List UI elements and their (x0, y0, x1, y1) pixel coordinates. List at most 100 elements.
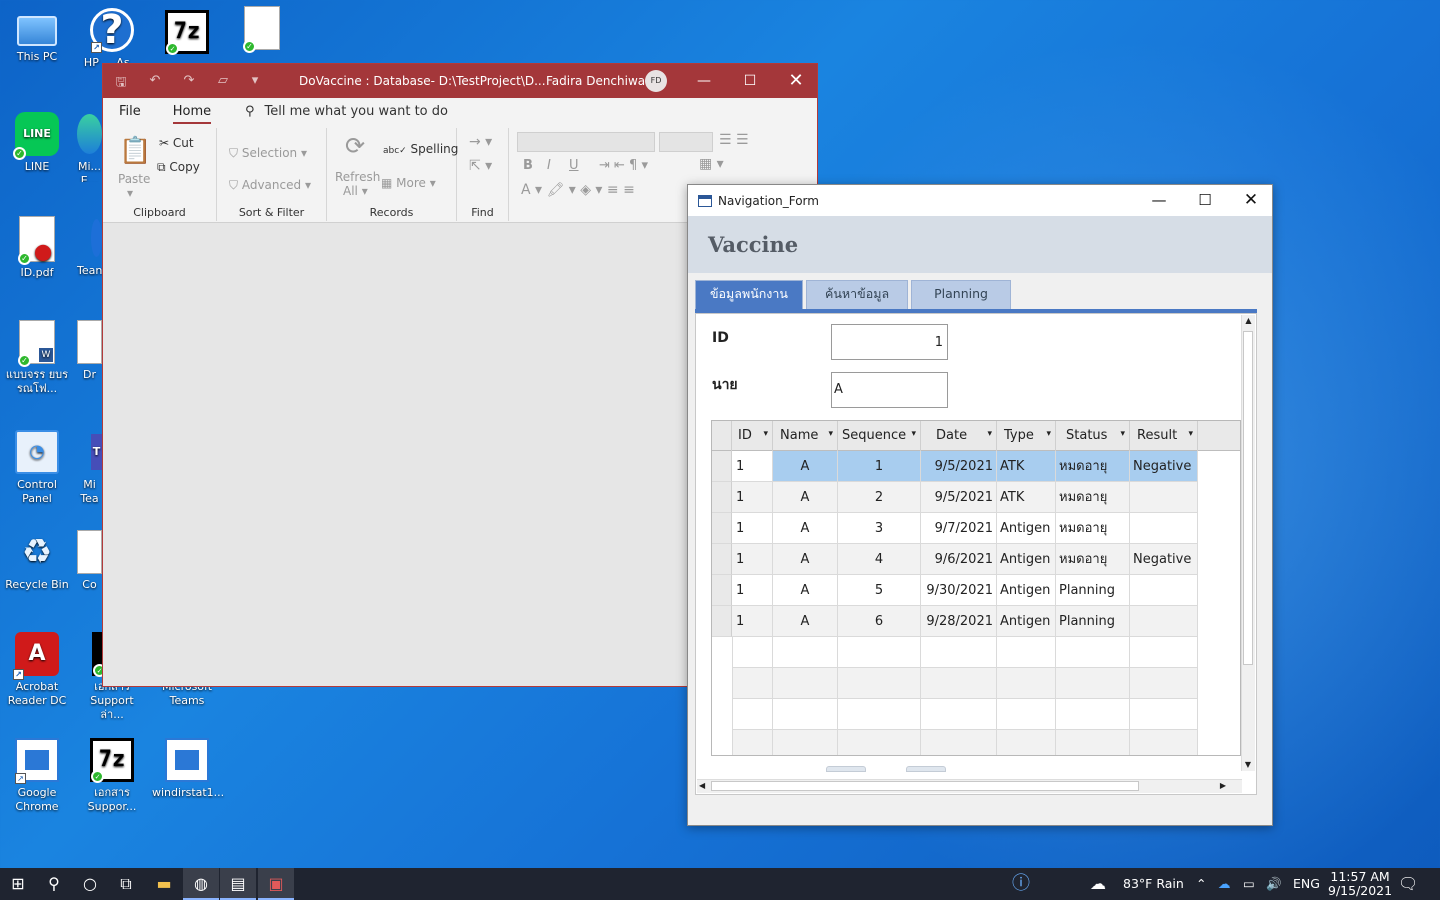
cortana-icon[interactable]: ○ (72, 868, 108, 900)
bullets-icon[interactable]: ☰ ☰ (719, 132, 749, 148)
cell-type[interactable] (997, 730, 1056, 755)
cell-result[interactable] (1130, 668, 1198, 699)
cell-type[interactable]: ATK (997, 451, 1056, 482)
close-icon[interactable]: ✕ (1228, 185, 1274, 216)
cell-type[interactable]: Antigen (997, 544, 1056, 575)
language-indicator[interactable]: ENG (1293, 868, 1320, 900)
cell-result[interactable]: Negative (1130, 451, 1198, 482)
cell-sequence[interactable]: 2 (838, 482, 921, 513)
desktop-icon-acrobat[interactable]: A ↗ Acrobat Reader DC (2, 632, 72, 708)
hidden-button-1[interactable] (826, 766, 866, 772)
cell-type[interactable]: Antigen (997, 606, 1056, 637)
select-icon[interactable]: ⇱ ▾ (469, 158, 492, 174)
desktop-icon-word-doc[interactable]: W ✓ แบบจรร ยบรรณโฟ... (2, 320, 72, 396)
empty-table-row[interactable] (712, 668, 1240, 699)
cell-date[interactable]: 9/30/2021 (921, 575, 997, 606)
desktop-icon-control-panel[interactable]: ◔ Control Panel (2, 430, 72, 506)
empty-table-row[interactable] (712, 699, 1240, 730)
table-row[interactable]: 1 A 5 9/30/2021 Antigen Planning (712, 575, 1240, 606)
table-row[interactable]: 1 A 1 9/5/2021 ATK หมดอายุ Negative (712, 451, 1240, 482)
cell-type[interactable]: Antigen (997, 513, 1056, 544)
desktop-icon-this-pc[interactable]: This PC (2, 8, 72, 64)
nav-title-bar[interactable]: Navigation_Form — ☐ ✕ (688, 185, 1272, 216)
copy-button[interactable]: ⧉ Copy (157, 160, 200, 175)
desktop-icon-dr[interactable]: Dr (77, 320, 102, 390)
cell-name[interactable]: A (773, 544, 838, 575)
id-field[interactable]: 1 (831, 324, 948, 360)
indent-icon[interactable]: ⇥ ⇤ ¶ ▾ (599, 158, 648, 173)
cell-name[interactable] (773, 730, 838, 755)
cell-date[interactable]: 9/28/2021 (921, 606, 997, 637)
cell-date[interactable] (921, 668, 997, 699)
scroll-thumb[interactable] (1243, 331, 1253, 665)
column-header-name[interactable]: Name (773, 421, 838, 451)
tell-me-search[interactable]: ⚲ Tell me what you want to do (245, 104, 448, 119)
cell-status[interactable] (1056, 730, 1130, 755)
cell-sequence[interactable] (838, 668, 921, 699)
form-view-icon[interactable]: ▱ (213, 73, 233, 89)
scroll-up-icon[interactable]: ▲ (1242, 315, 1255, 327)
cell-status[interactable]: หมดอายุ (1056, 482, 1130, 513)
cell-result[interactable] (1130, 482, 1198, 513)
cell-name[interactable]: A (773, 482, 838, 513)
scroll-left-icon[interactable]: ◀ (699, 780, 705, 792)
undo-icon[interactable]: ↶ (145, 73, 165, 89)
selection-button[interactable]: ⛉ Selection ▾ (229, 146, 307, 161)
gridlines-icon[interactable]: ▦ ▾ (699, 156, 724, 172)
minimize-icon[interactable]: — (1136, 185, 1182, 216)
bold-button[interactable]: B (523, 158, 533, 173)
desktop-icon-edge[interactable]: Mi... E... (77, 112, 102, 182)
cell-name[interactable]: A (773, 606, 838, 637)
cell-id[interactable]: 1 (732, 575, 773, 606)
desktop-icon-recycle-bin[interactable]: ♻ Recycle Bin (2, 530, 72, 592)
app-taskbar-icon[interactable]: ◍ (183, 868, 219, 900)
hscroll-thumb[interactable] (711, 781, 1139, 791)
font-color-icon[interactable]: A ▾ 🖍 ▾ ◈ ▾ ≡ ≡ (521, 182, 635, 198)
paste-icon[interactable]: 📋 (119, 136, 151, 166)
column-header-status[interactable]: Status (1056, 421, 1130, 451)
column-header-type[interactable]: Type (997, 421, 1056, 451)
italic-button[interactable]: I (547, 158, 551, 173)
vertical-scrollbar[interactable]: ▲ ▼ (1241, 315, 1255, 771)
cell-status[interactable]: Planning (1056, 575, 1130, 606)
access-taskbar-icon[interactable]: ▣ (258, 868, 294, 900)
spelling-button[interactable]: abc✓ Spelling (383, 142, 458, 156)
cell-id[interactable] (732, 637, 773, 668)
scroll-right-icon[interactable]: ▶ (1220, 780, 1226, 792)
cell-name[interactable]: A (773, 575, 838, 606)
column-header-id[interactable]: ID (732, 421, 773, 451)
cell-name[interactable] (773, 668, 838, 699)
column-header-sequence[interactable]: Sequence (838, 421, 921, 451)
desktop-icon-7zip[interactable]: 7z ✓ (152, 10, 222, 58)
table-row[interactable]: 1 A 2 9/5/2021 ATK หมดอายุ (712, 482, 1240, 513)
font-name-select[interactable] (517, 132, 655, 152)
cell-type[interactable]: Antigen (997, 575, 1056, 606)
tab-file[interactable]: File (103, 98, 157, 126)
save-icon[interactable]: 🖫 (111, 73, 131, 90)
record-selector[interactable] (712, 575, 732, 606)
chevron-up-icon[interactable]: ⌃ (1196, 868, 1206, 900)
customize-qat-icon[interactable]: ▾ (245, 73, 265, 89)
tab-search[interactable]: ค้นหาข้อมูล (805, 280, 909, 310)
cell-sequence[interactable]: 5 (838, 575, 921, 606)
redo-icon[interactable]: ↷ (179, 73, 199, 89)
cell-result[interactable]: Negative (1130, 544, 1198, 575)
more-button[interactable]: ▦ More ▾ (381, 176, 436, 190)
cell-id[interactable]: 1 (732, 451, 773, 482)
cell-date[interactable]: 9/5/2021 (921, 482, 997, 513)
cell-name[interactable] (773, 699, 838, 730)
cell-date[interactable] (921, 730, 997, 755)
windows-start-icon[interactable]: ⊞ (0, 868, 36, 900)
tab-employee-info[interactable]: ข้อมูลพนักงาน (695, 280, 803, 310)
cell-status[interactable]: หมดอายุ (1056, 544, 1130, 575)
record-selector[interactable] (712, 606, 732, 637)
refresh-icon[interactable]: ⟳ (345, 132, 365, 160)
empty-table-row[interactable] (712, 730, 1240, 755)
access-title-bar[interactable]: 🖫 ↶ ↷ ▱ ▾ DoVaccine : Database- D:\TestP… (103, 64, 817, 98)
cell-sequence[interactable] (838, 730, 921, 755)
desktop-icon-doc[interactable]: ✓ (227, 6, 297, 54)
cell-id[interactable]: 1 (732, 544, 773, 575)
cell-status[interactable] (1056, 668, 1130, 699)
table-row[interactable]: 1 A 3 9/7/2021 Antigen หมดอายุ (712, 513, 1240, 544)
cell-date[interactable]: 9/6/2021 (921, 544, 997, 575)
